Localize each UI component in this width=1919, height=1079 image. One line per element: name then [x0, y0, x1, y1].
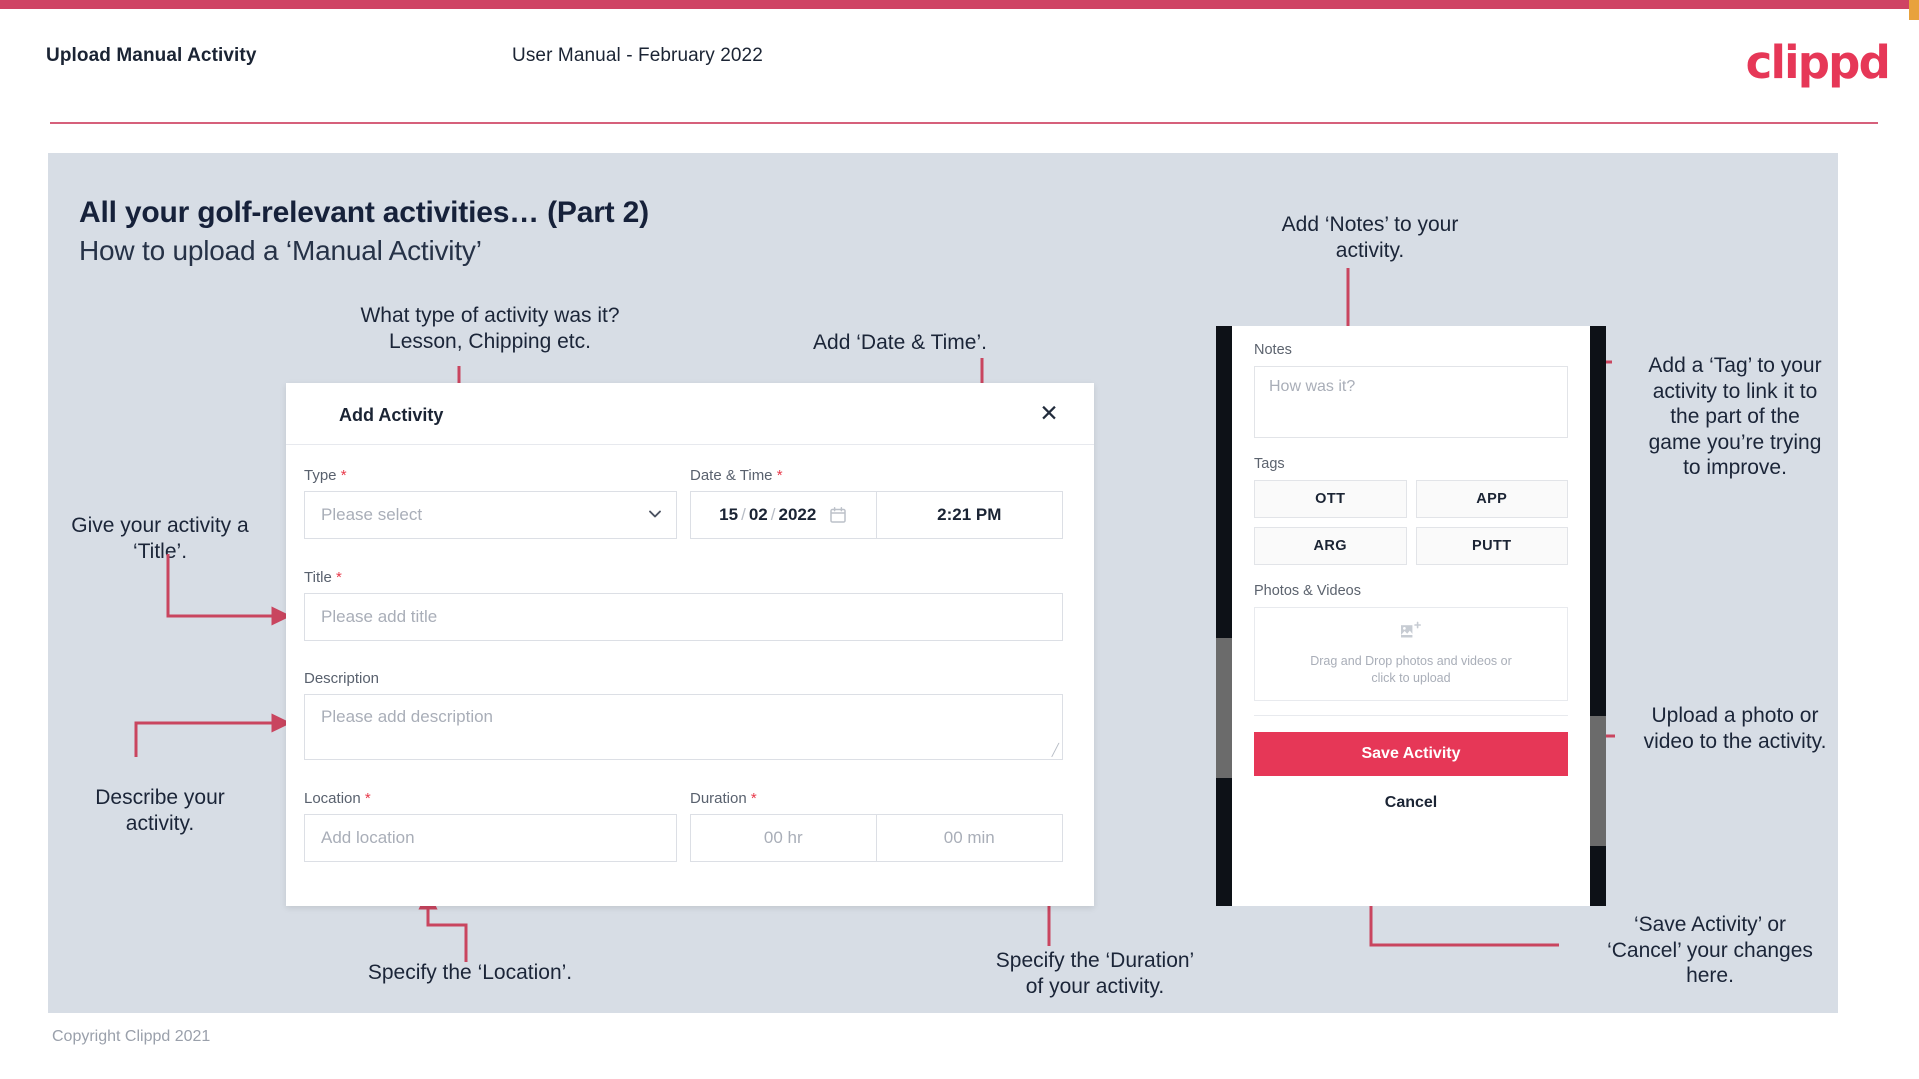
tag-button-arg[interactable]: ARG — [1254, 527, 1407, 565]
date-sep-2: / — [770, 505, 776, 524]
phone-left-bezel-scroll — [1216, 638, 1232, 778]
date-day: 15 — [719, 505, 739, 524]
datetime-required-marker: * — [776, 467, 783, 484]
phone-right-bezel — [1590, 326, 1606, 906]
duration-hours-value: 00 hr — [763, 828, 803, 847]
title-input[interactable]: Please add title — [304, 593, 1063, 641]
date-input[interactable]: 15 / 02 / 2022 — [691, 492, 877, 538]
field-group-type: Type * Please select — [304, 467, 677, 539]
time-input[interactable]: 2:21 PM — [877, 492, 1063, 538]
annotation-tags: Add a ‘Tag’ to your activity to link it t… — [1648, 354, 1822, 480]
annotation-location: Specify the ‘Location’. — [367, 961, 573, 984]
annotation-notes: Add ‘Notes’ to your activity. — [1281, 213, 1459, 262]
description-label: Description — [304, 670, 1063, 687]
calendar-icon[interactable] — [829, 506, 847, 524]
location-label-text: Location — [304, 790, 361, 807]
notes-label: Notes — [1254, 342, 1292, 358]
cancel-button[interactable]: Cancel — [1254, 794, 1568, 812]
dropzone-text: Drag and Drop photos and videos or click… — [1310, 653, 1512, 687]
phone-screen: Notes How was it? Tags OTT APP ARG PUTT … — [1232, 326, 1590, 906]
add-activity-dialog: Add Activity ✕ Type * Please select Date… — [286, 383, 1094, 906]
duration-label-text: Duration — [690, 790, 747, 807]
title-input-placeholder: Please add title — [321, 607, 438, 626]
title-label: Title * — [304, 569, 1063, 586]
type-select-wrapper[interactable]: Please select — [304, 491, 677, 539]
annotation-datetime: Add ‘Date & Time’. — [813, 331, 987, 354]
date-sep-1: / — [741, 505, 746, 524]
annotation-photos: Upload a photo or video to the activity. — [1643, 704, 1827, 753]
slide-title: All your golf-relevant activities… (Part… — [79, 196, 649, 229]
location-label: Location * — [304, 790, 677, 807]
slide-subtitle: How to upload a ‘Manual Activity’ — [79, 235, 482, 266]
annotation-description: Describe your activity. — [95, 786, 225, 835]
dialog-header: Add Activity ✕ — [286, 383, 1094, 445]
tag-button-app[interactable]: APP — [1415, 480, 1568, 518]
chevron-down-icon — [647, 506, 663, 522]
clippd-logo: clippd — [1745, 36, 1891, 89]
type-label: Type * — [304, 467, 677, 484]
dialog-title: Add Activity — [339, 405, 444, 425]
photos-label: Photos & Videos — [1254, 583, 1361, 599]
annotation-title: Give your activity a ‘Title’. — [71, 514, 249, 563]
notes-placeholder: How was it? — [1269, 378, 1356, 395]
datetime-label: Date & Time * — [690, 467, 1063, 484]
phone-left-bezel — [1216, 326, 1232, 906]
top-accent-bar — [0, 0, 1919, 20]
document-subtitle: User Manual - February 2022 — [512, 45, 763, 66]
duration-hours-input[interactable]: 00 hr — [691, 815, 877, 861]
type-select[interactable]: Please select — [304, 491, 677, 539]
field-group-location: Location * Add location — [304, 790, 677, 862]
location-input[interactable]: Add location — [304, 814, 677, 862]
save-activity-button[interactable]: Save Activity — [1254, 732, 1568, 776]
tags-label: Tags — [1254, 456, 1285, 472]
header-divider — [50, 122, 1878, 124]
duration-box: 00 hr 00 min — [690, 814, 1063, 862]
date-month: 02 — [748, 505, 768, 524]
tag-button-ott[interactable]: OTT — [1254, 480, 1407, 518]
title-label-text: Title — [304, 569, 332, 586]
description-label-text: Description — [304, 670, 380, 687]
page-title: Upload Manual Activity — [46, 45, 257, 66]
top-bar-corner-marker — [1909, 0, 1919, 20]
duration-label: Duration * — [690, 790, 1063, 807]
annotation-type: What type of activity was it? Lesson, Chi… — [360, 304, 620, 353]
dropzone-line-2: click to upload — [1371, 671, 1451, 685]
resize-handle-icon[interactable]: ╱ — [1052, 743, 1059, 757]
tags-grid: OTT APP ARG PUTT — [1254, 480, 1568, 565]
type-select-value: Please select — [321, 505, 423, 524]
title-required-marker: * — [335, 569, 342, 586]
date-year: 2022 — [778, 505, 817, 524]
type-label-text: Type — [304, 467, 337, 484]
time-value: 2:21 PM — [937, 505, 1002, 524]
duration-minutes-value: 00 min — [943, 828, 995, 847]
field-group-datetime: Date & Time * 15 / 02 / 2022 2:21 PM — [690, 467, 1063, 539]
dropzone-line-1: Drag and Drop photos and videos or — [1310, 654, 1512, 669]
duration-minutes-input[interactable]: 00 min — [877, 815, 1063, 861]
phone-divider — [1254, 715, 1568, 716]
phone-right-bezel-scroll — [1590, 716, 1606, 846]
footer-copyright: Copyright Clippd 2021 — [52, 1028, 211, 1045]
location-input-placeholder: Add location — [321, 828, 415, 847]
duration-required-marker: * — [750, 790, 757, 807]
annotation-save: ‘Save Activity’ or ‘Cancel’ your changes h… — [1607, 913, 1813, 988]
description-placeholder: Please add description — [321, 707, 494, 726]
phone-content: Notes How was it? Tags OTT APP ARG PUTT … — [1232, 326, 1590, 812]
location-required-marker: * — [364, 790, 371, 807]
datetime-box: 15 / 02 / 2022 2:21 PM — [690, 491, 1063, 539]
close-icon[interactable]: ✕ — [1034, 399, 1064, 429]
photo-upload-dropzone[interactable]: Drag and Drop photos and videos or click… — [1254, 607, 1568, 701]
phone-mockup: Notes How was it? Tags OTT APP ARG PUTT … — [1216, 326, 1606, 906]
field-group-duration: Duration * 00 hr 00 min — [690, 790, 1063, 862]
notes-textarea[interactable]: How was it? — [1254, 366, 1568, 438]
type-required-marker: * — [340, 467, 347, 484]
description-textarea[interactable]: Please add description ╱ — [304, 694, 1063, 760]
field-group-title: Title * Please add title — [304, 569, 1063, 641]
annotation-duration: Specify the ‘Duration’ of your activity. — [995, 949, 1195, 998]
datetime-label-text: Date & Time — [690, 467, 773, 484]
field-group-description: Description Please add description ╱ — [304, 670, 1063, 760]
add-image-icon — [1400, 621, 1422, 646]
tag-button-putt[interactable]: PUTT — [1415, 527, 1568, 565]
